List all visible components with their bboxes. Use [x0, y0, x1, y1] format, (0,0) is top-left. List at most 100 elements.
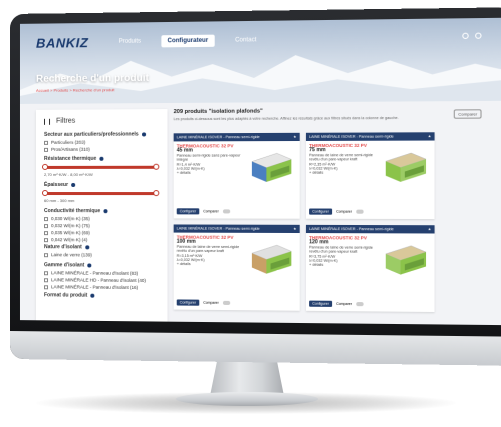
product-card[interactable]: LAINE MINÉRALE ISOVER - Panneau semi-rig…: [173, 224, 300, 311]
slider-knob-min[interactable]: [42, 163, 49, 170]
checkbox[interactable]: [44, 223, 49, 228]
info-icon[interactable]: [103, 209, 108, 214]
site-header: BANKIZ Produits Configurateur Contact Re…: [19, 17, 501, 104]
checkbox-row[interactable]: 0,030 W/(m·K) (35): [44, 216, 161, 221]
checkbox[interactable]: [44, 237, 49, 242]
compare-label: Comparer: [336, 301, 352, 307]
slider-knob-min[interactable]: [42, 190, 49, 197]
product-card[interactable]: LAINE MINÉRALE ISOVER - Panneau semi-rig…: [173, 132, 300, 219]
filter-title-thickness: Épaisseur: [44, 181, 69, 189]
info-icon[interactable]: [84, 245, 89, 250]
results-title: 209 produits "isolation plafonds": [173, 108, 263, 116]
product-details-link[interactable]: + détails: [309, 171, 378, 176]
card-footer: Configurer Comparer: [176, 299, 231, 306]
card-category: LAINE MINÉRALE ISOVER - Panneau semi-rig…: [309, 226, 394, 232]
checkbox-label: 0,035 W/(m·K) (69): [51, 230, 90, 236]
card-body: THERMOACOUSTIC 32 PV 100 mm Panneau de l…: [177, 235, 245, 268]
results-subtitle: Les produits ci-dessous sont les plus ad…: [173, 115, 399, 122]
monitor-bezel: BANKIZ Produits Configurateur Contact Re…: [10, 7, 501, 366]
checkbox[interactable]: [44, 216, 49, 221]
filters-sidebar: Filtres Secteur aux particuliers/profess…: [35, 109, 168, 322]
filter-section-range: Gamme d'isolant LAINE MINÉRALE - Panneau…: [44, 262, 161, 290]
product-details-link[interactable]: + détails: [177, 262, 245, 267]
nav-item-products[interactable]: Produits: [113, 35, 148, 47]
configure-button[interactable]: Configurer: [176, 299, 200, 306]
info-icon[interactable]: [90, 293, 95, 298]
checkbox-row[interactable]: Pros/Artisans (310): [44, 147, 161, 152]
compare-toggle[interactable]: [222, 209, 231, 214]
info-icon[interactable]: [87, 263, 92, 268]
filter-section-thickness: Épaisseur 60 mm - 300 mm: [42, 181, 161, 203]
checkbox-row[interactable]: LAINE MINÉRALE HD - Panneau d'isolant (4…: [44, 277, 161, 283]
compare-button[interactable]: Comparer: [453, 109, 482, 119]
configure-button[interactable]: Configurer: [309, 208, 332, 215]
checkbox-label: LAINE MINÉRALE HD - Panneau d'isolant (4…: [51, 277, 146, 284]
search-icon[interactable]: [462, 32, 469, 39]
product-card[interactable]: LAINE MINÉRALE ISOVER - Panneau semi-rig…: [305, 132, 435, 220]
user-icon[interactable]: [475, 32, 482, 39]
star-icon[interactable]: ★: [293, 135, 296, 139]
checkbox-row[interactable]: 0,032 W/(m·K) (75): [44, 223, 161, 228]
checkbox[interactable]: [44, 230, 49, 235]
compare-toggle[interactable]: [356, 209, 364, 214]
checkbox-row[interactable]: LAINE MINÉRALE - Panneau d'isolant (83): [44, 270, 161, 276]
product-details-link[interactable]: + détails: [177, 171, 245, 176]
card-footer: Configurer Comparer: [309, 208, 364, 215]
nav-item-contact[interactable]: Contact: [229, 34, 263, 47]
filter-section-sector: Secteur aux particuliers/professionnels …: [44, 131, 161, 152]
filter-section-format: Format du produit: [44, 292, 161, 299]
product-details-link[interactable]: + détails: [309, 263, 378, 268]
breadcrumb: Accueil > Produits > Recherche d'un prod…: [35, 87, 115, 93]
info-icon[interactable]: [99, 156, 104, 161]
filters-label: Filtres: [56, 117, 76, 125]
product-card[interactable]: LAINE MINÉRALE ISOVER - Panneau semi-rig…: [305, 224, 435, 313]
configure-button[interactable]: Configurer: [176, 208, 200, 215]
card-body: THERMOACOUSTIC 32 PV 75 mm Panneau de la…: [309, 143, 378, 176]
star-icon[interactable]: ★: [293, 227, 296, 231]
product-image: [248, 239, 296, 274]
checkbox[interactable]: [44, 252, 49, 257]
card-header: LAINE MINÉRALE ISOVER - Panneau semi-rig…: [305, 224, 435, 234]
checkbox-label: Laine de verre (139): [51, 252, 92, 258]
brand-logo[interactable]: BANKIZ: [36, 35, 88, 51]
checkbox[interactable]: [44, 277, 49, 282]
checkbox-label: LAINE MINÉRALE - Panneau d'isolant (83): [51, 270, 139, 276]
product-image: [382, 239, 431, 275]
star-icon[interactable]: ★: [428, 134, 431, 138]
compare-label: Comparer: [203, 209, 219, 214]
product-image: [382, 147, 431, 182]
info-icon[interactable]: [71, 182, 76, 188]
card-category: LAINE MINÉRALE ISOVER - Panneau semi-rig…: [309, 134, 394, 139]
info-icon[interactable]: [141, 132, 146, 137]
card-footer: Configurer Comparer: [176, 208, 231, 215]
compare-toggle[interactable]: [356, 302, 364, 307]
checkbox-row[interactable]: LAINE MINÉRALE - Panneau d'isolant (16): [44, 284, 161, 290]
compare-toggle[interactable]: [222, 300, 231, 305]
configure-button[interactable]: Configurer: [309, 300, 332, 307]
nav-item-configurator[interactable]: Configurateur: [161, 34, 215, 48]
checkbox[interactable]: [44, 147, 49, 152]
filter-icon: [44, 118, 51, 125]
filter-section-nature: Nature d'isolant Laine de verre (139): [44, 244, 161, 258]
checkbox-label: LAINE MINÉRALE - Panneau d'isolant (16): [51, 284, 139, 291]
checkbox[interactable]: [44, 140, 49, 145]
checkbox[interactable]: [44, 270, 49, 275]
filter-title-range: Gamme d'isolant: [44, 262, 85, 269]
filter-section-conductivity: Conductivité thermique 0,030 W/(m·K) (35…: [44, 208, 161, 243]
checkbox[interactable]: [44, 284, 49, 289]
resistance-slider[interactable]: [42, 163, 160, 170]
thickness-slider[interactable]: [42, 190, 160, 197]
slider-knob-max[interactable]: [153, 190, 160, 197]
checkbox-label: Pros/Artisans (310): [51, 146, 90, 152]
product-grid: LAINE MINÉRALE ISOVER - Panneau semi-rig…: [173, 132, 435, 313]
checkbox-row[interactable]: 0,042 W/(m·K) (4): [44, 237, 161, 243]
card-category: LAINE MINÉRALE ISOVER - Panneau semi-rig…: [176, 135, 260, 140]
header-tools: [462, 32, 482, 39]
checkbox-label: 0,032 W/(m·K) (75): [51, 223, 90, 229]
slider-knob-max[interactable]: [153, 163, 160, 170]
star-icon[interactable]: ★: [428, 227, 431, 231]
checkbox-row[interactable]: Laine de verre (139): [44, 252, 161, 258]
filter-title-nature: Nature d'isolant: [44, 244, 82, 251]
checkbox-row[interactable]: 0,035 W/(m·K) (69): [44, 230, 161, 235]
checkbox-row[interactable]: Particuliers (203): [44, 139, 161, 145]
